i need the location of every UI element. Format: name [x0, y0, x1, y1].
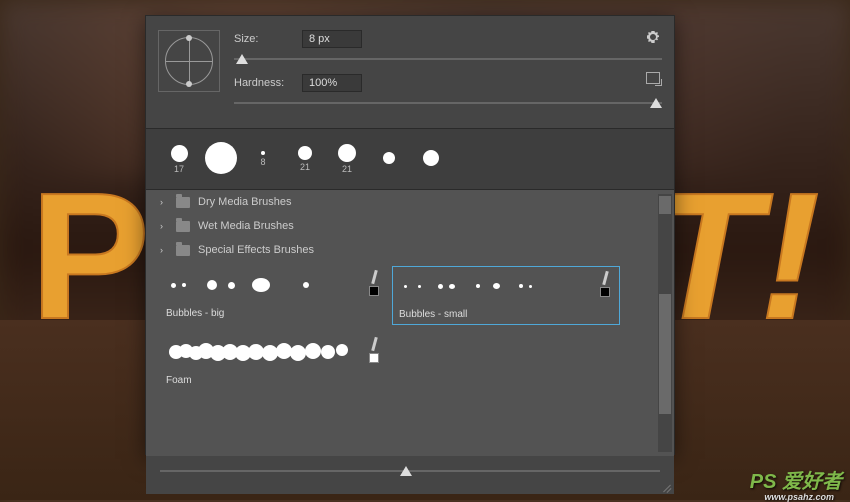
chevron-right-icon: ›	[160, 245, 168, 255]
brush-preview	[160, 333, 388, 371]
folder-dry-media[interactable]: › Dry Media Brushes	[146, 190, 674, 214]
brush-preview	[160, 266, 388, 304]
brush-preset[interactable]: 8	[242, 135, 284, 183]
angle-circle[interactable]	[165, 37, 213, 85]
folder-icon	[176, 197, 190, 208]
folder-special-effects[interactable]: › Special Effects Brushes	[146, 238, 674, 262]
brush-preset[interactable]	[368, 135, 410, 183]
brush-tip-icon	[595, 271, 615, 301]
chevron-right-icon: ›	[160, 221, 168, 231]
preset-label: 21	[300, 162, 310, 172]
hardness-label: Hardness:	[234, 77, 290, 89]
folder-label: Special Effects Brushes	[198, 244, 314, 256]
hardness-input[interactable]: 100%	[302, 74, 362, 92]
size-hardness-controls: Size: 8 px Hardness: 100%	[234, 26, 662, 118]
brush-tip-icon	[364, 337, 384, 367]
brush-preset[interactable]: 21	[284, 135, 326, 183]
brush-preset[interactable]	[200, 135, 242, 183]
brush-angle-widget[interactable]	[158, 30, 220, 92]
brush-preview	[393, 267, 619, 305]
brush-label: Bubbles - small	[393, 305, 619, 324]
folder-icon	[176, 245, 190, 256]
folder-icon	[176, 221, 190, 232]
folder-wet-media[interactable]: › Wet Media Brushes	[146, 214, 674, 238]
brush-label: Bubbles - big	[160, 304, 388, 323]
brush-settings-panel: Size: 8 px Hardness: 100% 17 8 21	[145, 15, 675, 455]
size-slider[interactable]	[234, 52, 662, 66]
zoom-slider-area	[146, 456, 674, 494]
brush-bubbles-small[interactable]: Bubbles - small	[392, 266, 620, 325]
angle-handle-bottom[interactable]	[186, 81, 192, 87]
brush-thumbnails: Bubbles - big Bubbles - small	[146, 262, 674, 329]
brush-preset[interactable]: 17	[158, 135, 200, 183]
brush-tip-icon	[364, 270, 384, 300]
brush-controls-section: Size: 8 px Hardness: 100%	[146, 16, 674, 128]
folder-label: Wet Media Brushes	[198, 220, 294, 232]
brush-foam[interactable]: Foam	[146, 329, 674, 394]
preset-label: 21	[342, 164, 352, 174]
background-letter-p: P	[30, 153, 150, 360]
brush-list: › Dry Media Brushes › Wet Media Brushes …	[146, 190, 674, 456]
chevron-right-icon: ›	[160, 197, 168, 207]
brush-preset-row: 17 8 21 21	[146, 129, 674, 189]
resize-grip[interactable]	[660, 480, 672, 492]
preset-label: 17	[174, 164, 184, 174]
folder-label: Dry Media Brushes	[198, 196, 292, 208]
brush-label: Foam	[160, 371, 660, 390]
brush-preset[interactable]	[410, 135, 452, 183]
scroll-thumb[interactable]	[659, 294, 671, 414]
background-letter-t: T!	[650, 153, 820, 360]
size-input[interactable]: 8 px	[302, 30, 362, 48]
watermark-logo: PS 爱好者 www.psahz.com	[750, 465, 842, 494]
scrollbar[interactable]	[658, 194, 672, 452]
brush-preset[interactable]: 21	[326, 135, 368, 183]
hardness-slider[interactable]	[234, 96, 662, 110]
zoom-slider[interactable]	[160, 464, 660, 478]
preset-label: 8	[260, 157, 265, 167]
brush-bubbles-big[interactable]: Bubbles - big	[160, 266, 388, 325]
gear-icon[interactable]	[646, 30, 660, 47]
scroll-thumb[interactable]	[659, 196, 671, 214]
angle-handle-top[interactable]	[186, 35, 192, 41]
size-label: Size:	[234, 33, 290, 45]
expand-icon[interactable]	[646, 72, 660, 84]
watermark-url: www.psahz.com	[764, 492, 834, 502]
